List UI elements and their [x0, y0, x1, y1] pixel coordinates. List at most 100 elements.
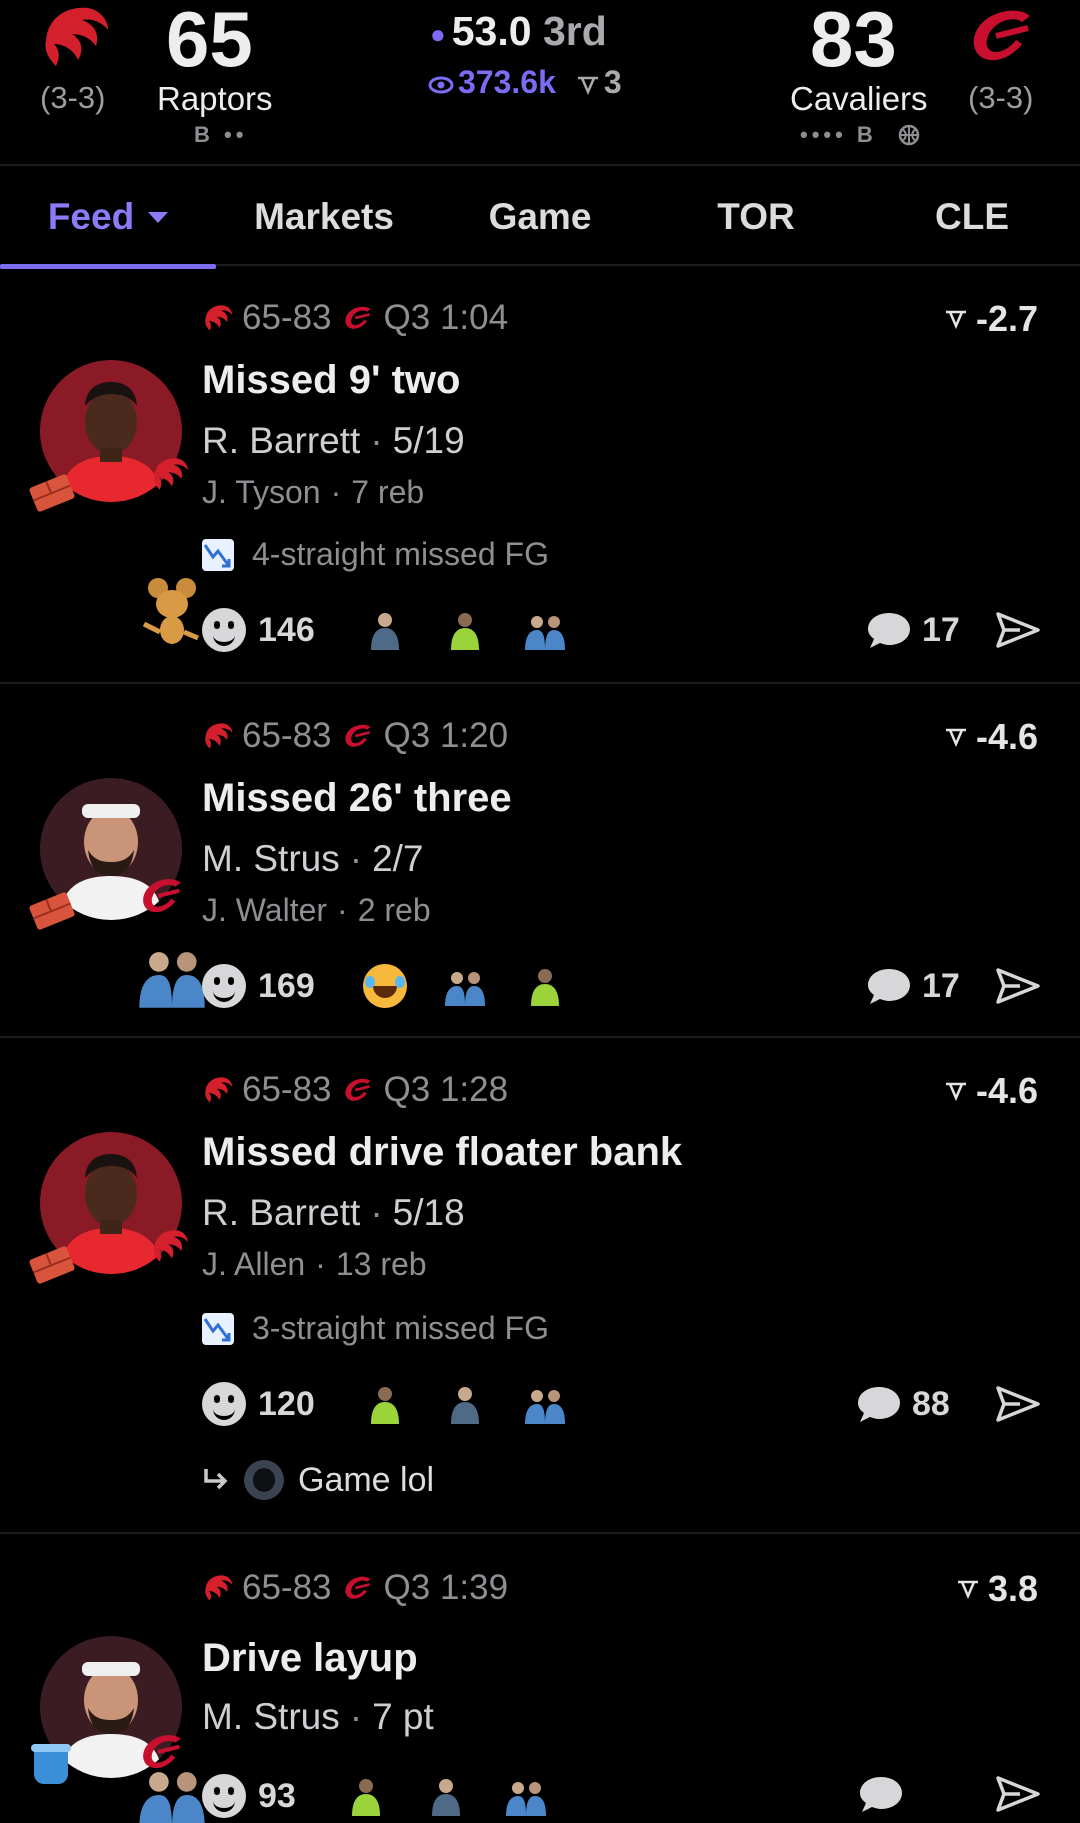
comments-button[interactable]: 17 — [866, 966, 960, 1006]
basketball-icon — [898, 124, 920, 146]
laughing-emoji-icon[interactable] — [362, 964, 407, 1008]
vote-arrow-icon — [944, 1080, 968, 1102]
reactions-bar[interactable]: 146 — [202, 608, 585, 652]
brick-icon — [28, 1245, 76, 1285]
smiley-icon — [202, 1774, 246, 1818]
win-prob-delta: 3.8 — [956, 1568, 1038, 1610]
raptors-logo-icon — [150, 1228, 190, 1264]
play-meta: 65-83 Q3 1:04 — [202, 298, 508, 338]
rebounder-name: J. Allen — [202, 1246, 306, 1282]
away-record: (3-3) — [968, 80, 1034, 115]
tab-cle[interactable]: CLE — [864, 168, 1080, 266]
win-prob-delta: -4.6 — [944, 1070, 1038, 1112]
reactions-bar[interactable]: 120 — [202, 1382, 585, 1426]
reaction-sticker-icon[interactable] — [523, 966, 567, 1006]
rebounder-name: J. Tyson — [202, 474, 321, 510]
shooter-line: R. Barrett · 5/19 — [202, 420, 465, 461]
reaction-sticker-icon[interactable] — [504, 1776, 548, 1816]
win-prob-delta: -4.6 — [944, 716, 1038, 758]
reply-arrow-icon — [204, 1469, 228, 1490]
play-time: Q3 1:39 — [383, 1568, 509, 1607]
reaction-sticker-icon[interactable] — [424, 1776, 468, 1816]
play-title: Missed 9' two — [202, 358, 461, 402]
reaction-sticker-icon[interactable] — [523, 610, 567, 650]
reactions-bar[interactable]: 169 — [202, 964, 585, 1008]
rebound-line: J. Walter · 2 reb — [202, 892, 431, 928]
feed-item[interactable]: 65-83 Q3 1:39 3.8 Drive layup M. Strus · 7… — [0, 1536, 1080, 1823]
tab-markets[interactable]: Markets — [216, 168, 432, 266]
away-possession-dots: •••• B — [800, 122, 877, 147]
streak-note: 4-straight missed FG — [202, 536, 549, 573]
feed-item[interactable]: 65-83 Q3 1:20 -4.6 Missed 26' three M. S… — [0, 686, 1080, 1038]
tab-bar: Feed Markets Game TOR CLE — [0, 168, 1080, 269]
reactions-bar[interactable]: 93 — [202, 1774, 566, 1818]
top-reply[interactable]: Game lol — [202, 1460, 434, 1500]
smiley-icon — [202, 1382, 246, 1426]
raptors-logo-icon — [45, 7, 108, 66]
rebound-line: J. Tyson · 7 reb — [202, 474, 425, 510]
share-send-icon[interactable] — [996, 968, 1040, 1004]
shooter-name: R. Barrett — [202, 420, 361, 461]
rebounder-stat: 7 reb — [351, 474, 425, 510]
scorer-name: M. Strus — [202, 1696, 340, 1737]
tab-game[interactable]: Game — [432, 168, 648, 266]
comment-count: 88 — [912, 1384, 950, 1423]
game-clock: ● 53.0 3rd — [430, 8, 607, 54]
rebounder-stat: 2 reb — [357, 892, 431, 928]
clock-time: 53.0 — [451, 8, 532, 54]
brick-icon — [28, 473, 76, 513]
away-score: 83 — [810, 0, 897, 83]
home-record: (3-3) — [40, 80, 106, 115]
win-prob-delta: -2.7 — [944, 298, 1038, 340]
reaction-count: 120 — [258, 1384, 315, 1423]
reaction-sticker-icon[interactable] — [443, 966, 487, 1006]
share-send-icon[interactable] — [996, 612, 1040, 648]
share-send-icon[interactable] — [996, 1776, 1040, 1812]
comment-bubble-icon[interactable] — [858, 1774, 904, 1814]
viewer-count-value: 373.6k — [458, 64, 556, 100]
share-send-icon[interactable] — [996, 1386, 1040, 1422]
reaction-sticker-icon — [136, 1762, 208, 1823]
cavaliers-logo-icon — [973, 10, 1030, 61]
cavaliers-logo-icon — [342, 722, 374, 750]
shooter-name: R. Barrett — [202, 1192, 361, 1233]
tab-tor[interactable]: TOR — [648, 168, 864, 266]
brick-icon — [28, 891, 76, 931]
feed-item[interactable]: 65-83 Q3 1:28 -4.6 Missed drive floater … — [0, 1040, 1080, 1534]
reaction-sticker-icon — [136, 942, 208, 1008]
play-title: Missed drive floater bank — [202, 1130, 683, 1174]
raptors-logo-icon — [202, 1075, 234, 1105]
away-team-name: Cavaliers — [790, 80, 928, 117]
reaction-sticker-icon[interactable] — [363, 1384, 407, 1424]
raptors-logo-icon — [202, 303, 234, 333]
raptors-logo-icon — [202, 721, 234, 751]
reaction-sticker-icon[interactable] — [523, 1384, 567, 1424]
reaction-count: 169 — [258, 966, 315, 1005]
reaction-sticker-icon[interactable] — [443, 610, 487, 650]
comment-bubble-icon — [856, 1384, 902, 1424]
feed-item[interactable]: 65-83 Q3 1:04 -2.7 Missed 9' two R. Barr… — [0, 268, 1080, 684]
play-meta: 65-83 Q3 1:39 — [202, 1568, 508, 1608]
scoreboard-header: (3-3) 65 Raptors B •• ● 53.0 3rd 373.6k 3 … — [0, 0, 1080, 166]
trend-down-icon — [202, 1312, 234, 1345]
streak-text: 4-straight missed FG — [252, 536, 549, 572]
reaction-sticker-icon[interactable] — [443, 1384, 487, 1424]
reaction-count: 146 — [258, 610, 315, 649]
scorer-stat: 7 pt — [372, 1696, 434, 1737]
play-score: 65-83 — [242, 1568, 332, 1607]
viewer-count[interactable]: 373.6k 3 — [428, 64, 622, 101]
commenter-avatar[interactable] — [244, 1460, 284, 1500]
play-score: 65-83 — [242, 1070, 332, 1109]
reaction-sticker-icon[interactable] — [344, 1776, 388, 1816]
bucket-icon — [31, 1744, 71, 1784]
comments-button[interactable]: 88 — [856, 1384, 950, 1424]
comment-bubble-icon — [866, 966, 912, 1006]
play-time: Q3 1:04 — [383, 298, 509, 337]
reaction-sticker-icon[interactable] — [363, 610, 407, 650]
tab-feed[interactable]: Feed — [0, 168, 216, 269]
comments-button[interactable]: 17 — [866, 610, 960, 650]
shooter-stat: 5/18 — [392, 1192, 465, 1233]
shooter-name: M. Strus — [202, 838, 340, 879]
home-score: 65 — [166, 0, 253, 83]
play-score: 65-83 — [242, 716, 332, 755]
